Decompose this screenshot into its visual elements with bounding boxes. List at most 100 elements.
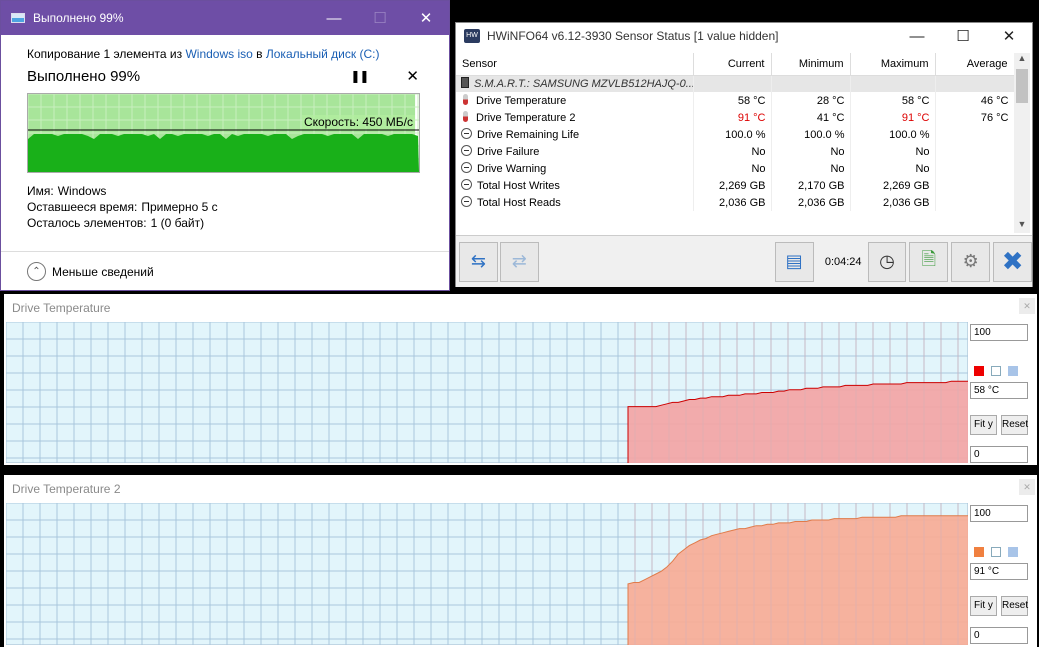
column-header[interactable]: Minimum [771,53,851,76]
sensor-maximum-value: No [850,143,936,160]
graph-current-field: 91 °C [970,563,1028,580]
sensor-row[interactable]: Total Host Writes 2,269 GB 2,170 GB 2,269 G… [456,177,1014,194]
sensor-table: Sensor Current Minimum Maximum Average S.M.A… [456,53,1014,211]
sensor-average-value: 46 °C [935,92,1014,109]
items-remaining-label: Осталось элементов: [27,216,147,230]
sensor-name: Drive Warning [456,160,694,177]
less-details-label: Меньше сведений [52,264,154,279]
clock-icon[interactable]: ◷ [867,241,907,282]
minimize-button[interactable]: — [311,1,357,35]
sensor-current-value: No [693,160,772,177]
copy-dialog-title: Выполнено 99% [33,11,124,25]
sensor-name: Total Host Writes [456,177,694,194]
background-color-swatch[interactable] [991,366,1001,376]
hwinfo-minimize-button[interactable]: — [894,23,940,49]
sensor-name: Drive Temperature [456,92,694,109]
fit-y-button[interactable]: Fit y [970,415,997,435]
gauge-icon [461,145,472,156]
less-details-toggle[interactable]: ⌃ Меньше сведений [1,251,449,291]
sensor-current-value: 2,036 GB [693,194,772,211]
sensor-row[interactable]: Drive Remaining Life 100.0 % 100.0 % 100.0 … [456,126,1014,143]
speed-label: Скорость: 450 МБ/с [301,115,415,129]
sensor-current-value: 58 °C [693,92,772,109]
scroll-down-icon[interactable]: ▼ [1014,219,1030,233]
gauge-icon [461,179,472,190]
sensor-group-row[interactable]: S.M.A.R.T.: SAMSUNG MZVLB512HAJQ-0... [456,75,1014,92]
collapse-layout-button[interactable]: ⇆ [459,241,498,282]
sensor-row[interactable]: Total Host Reads 2,036 GB 2,036 GB 2,036 GB [456,194,1014,211]
sensor-maximum-value: 2,036 GB [850,194,936,211]
grid-color-swatch[interactable] [1008,366,1018,376]
drive-chip-icon [461,77,469,89]
sensor-minimum-value: 100.0 % [771,126,851,143]
graph-min-field[interactable]: 0 [970,627,1028,644]
close-icon[interactable]: ✕ [1019,479,1035,495]
hwinfo-maximize-button[interactable]: ☐ [940,23,986,49]
gauge-icon [461,196,472,207]
reset-button[interactable]: Reset [1001,596,1028,616]
background-color-swatch[interactable] [991,547,1001,557]
scroll-up-icon[interactable]: ▲ [1014,53,1030,67]
sensor-maximum-value: No [850,160,936,177]
name-label: Имя: [27,184,54,198]
sensor-row[interactable]: Drive Warning No No No [456,160,1014,177]
copy-icon [11,13,25,23]
hwinfo-app-icon: HW [464,29,480,43]
sensor-minimum-value: 28 °C [771,92,851,109]
grid-color-swatch[interactable] [1008,547,1018,557]
gauge-icon [461,128,472,139]
elapsed-timer: 0:04:24 [824,255,862,268]
graph-plot [6,503,968,645]
copy-dialog-titlebar[interactable]: Выполнено 99% — ☐ ✕ [1,1,449,35]
line-color-swatch[interactable] [974,366,984,376]
column-header[interactable]: Maximum [850,53,936,76]
name-value: Windows [57,184,107,198]
sensor-current-value: 2,269 GB [693,177,772,194]
hwinfo-titlebar[interactable]: HW HWiNFO64 v6.12-3930 Sensor Status [1 … [456,23,1032,49]
reset-button[interactable]: Reset [1001,415,1028,435]
gear-icon[interactable]: ⚙ [951,241,991,282]
hwinfo-title: HWiNFO64 v6.12-3930 Sensor Status [1 val… [487,29,779,43]
sensor-scrollbar[interactable]: ▲ ▼ [1014,53,1030,233]
destination-link[interactable]: Локальный диск (C:) [266,47,380,61]
sensor-minimum-value: No [771,160,851,177]
sensor-row[interactable]: Drive Failure No No No [456,143,1014,160]
sensor-minimum-value: No [771,143,851,160]
sensor-average-value [935,194,1014,211]
sensor-row[interactable]: Drive Temperature 2 91 °C 41 °C 91 °C 76 °C [456,109,1014,126]
expand-layout-button[interactable]: ⇄ [499,241,539,282]
close-sensors-icon[interactable]: ✖ [993,241,1033,282]
sensor-group-label: S.M.A.R.T.: SAMSUNG MZVLB512HAJQ-0... [456,75,694,92]
drive-temperature-2-graph-window: Drive Temperature 2 ✕ 100 91 °C Fit y Re… [4,475,1037,647]
graph-min-field[interactable]: 0 [970,446,1028,463]
drive-temperature-graph-window: Drive Temperature ✕ 100 58 °C Fit y Rese… [4,294,1037,465]
line-color-swatch[interactable] [974,547,984,557]
column-header[interactable]: Average [935,53,1014,76]
gauge-icon [461,162,472,173]
network-icon[interactable]: ▤ [774,241,814,282]
pause-button[interactable]: ❚❚ [350,69,369,83]
hwinfo-close-button[interactable]: ✕ [986,23,1032,49]
copy-source-line: Копирование 1 элемента из Windows iso в … [27,47,423,61]
sensor-minimum-value: 2,036 GB [771,194,851,211]
scroll-thumb[interactable] [1016,69,1028,103]
sensor-minimum-value: 41 °C [771,109,851,126]
graph-max-field[interactable]: 100 [970,505,1028,522]
sensor-maximum-value: 91 °C [850,109,936,126]
close-icon[interactable]: ✕ [1019,298,1035,314]
cancel-copy-button[interactable]: ✕ [406,67,419,85]
sensor-row[interactable]: Drive Temperature 58 °C 28 °C 58 °C 46 °C [456,92,1014,109]
sensor-name: Drive Failure [456,143,694,160]
graph-max-field[interactable]: 100 [970,324,1028,341]
column-header[interactable]: Current [693,53,772,76]
sensor-average-value [935,126,1014,143]
thermometer-icon [463,111,468,122]
fit-y-button[interactable]: Fit y [970,596,997,616]
graph-title: Drive Temperature 2 [12,482,121,496]
sensor-maximum-value: 100.0 % [850,126,936,143]
sensor-current-value: No [693,143,772,160]
add-report-icon[interactable]: 🗎 [909,241,949,282]
column-header[interactable]: Sensor [456,53,694,76]
close-button[interactable]: ✕ [403,1,449,35]
source-link[interactable]: Windows iso [185,47,252,61]
